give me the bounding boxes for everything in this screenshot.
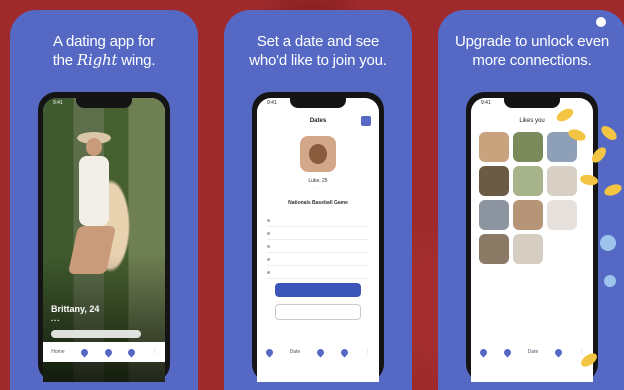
headline-line-2: more connections. [472,52,592,69]
tab-pin-icon[interactable] [502,347,513,357]
panel-set-date: Set a date and see who'd like to join yo… [224,10,412,390]
status-time: 9:41 [481,100,491,106]
secondary-button[interactable] [275,304,361,320]
phone-screen: 9:41 Brittany, 24 ▪ ▪ ▪ Home ⋮ [43,98,165,382]
phone-mockup: 9:41 Dates Luke, 25 · · · Nationals Base… [252,92,384,382]
like-tile[interactable] [547,200,577,230]
like-tile[interactable] [479,166,509,196]
headline-line-2-post: wing. [117,52,156,69]
like-tile[interactable] [479,234,509,264]
decorative-flower [600,235,616,251]
list-item [267,266,369,279]
phone-notch [76,98,132,108]
phone-mockup: 9:41 Brittany, 24 ▪ ▪ ▪ Home ⋮ [38,92,170,382]
phone-screen: 9:41 Dates Luke, 25 · · · Nationals Base… [257,98,379,382]
decorative-flower [604,275,616,287]
like-tile[interactable] [479,200,509,230]
like-tile[interactable] [513,200,543,230]
face-shape [86,138,102,156]
headline-line-1: A dating app for [53,33,155,50]
panel-headline: Upgrade to unlock even more connections. [438,32,624,70]
avatar[interactable] [300,136,336,172]
date-venue: Nationals Baseball Game [288,200,348,206]
list-item [267,227,369,240]
tab-more-icon[interactable]: ⋮ [152,349,157,355]
legs-shape [67,226,117,274]
list-item [267,240,369,253]
like-tile[interactable] [513,132,543,162]
tab-pin-icon[interactable] [315,347,326,357]
tab-date[interactable]: Date [528,349,539,355]
decorative-dot [596,17,606,27]
tab-bar: Home ⋮ [43,342,165,362]
tab-pin-icon[interactable] [264,347,274,357]
like-tile[interactable] [547,166,577,196]
tab-pin-icon[interactable] [126,347,137,357]
profile-action-bar[interactable] [51,330,141,338]
person-subtitle: · · · [314,186,322,191]
list-item [267,214,369,227]
headline-script-word: Right [76,51,118,69]
panel-upgrade: Upgrade to unlock even more connections.… [438,10,624,390]
phone-notch [290,98,346,108]
list-item [267,253,369,266]
tab-pin-icon[interactable] [478,347,488,357]
panel-headline: Set a date and see who'd like to join yo… [224,32,412,70]
panel-headline: A dating app for the Right wing. [10,32,198,70]
tab-more-icon[interactable]: ⋮ [365,349,370,355]
phone-screen: 9:41 Likes you Date ⋮ [471,98,593,382]
status-time: 9:41 [53,100,63,106]
panel-right-wing: A dating app for the Right wing. 9:41 Br… [10,10,198,390]
profile-photo[interactable] [43,98,165,382]
tab-pin-icon[interactable] [79,347,90,357]
likes-grid [479,132,577,264]
status-time: 9:41 [267,100,277,106]
person-name: Luke, 25 [308,178,328,184]
primary-button[interactable] [275,283,361,297]
headline-line-2-pre: the [52,52,77,69]
tab-pin-icon[interactable] [339,347,350,357]
edit-icon[interactable] [361,116,371,126]
profile-meta-icons: ▪ ▪ ▪ [51,318,60,324]
page-title: Likes you [519,118,545,124]
phone-notch [504,98,560,108]
headline-line-1: Set a date and see [256,33,380,50]
tab-more-icon[interactable]: ⋮ [579,349,584,355]
like-tile[interactable] [479,132,509,162]
profile-name: Brittany, 24 [51,304,100,314]
headline-line-2: who'd like to join you. [249,52,387,69]
tab-bar: Date ⋮ [471,342,593,362]
tab-pin-icon[interactable] [103,347,114,357]
date-details-list [267,214,369,279]
headline-line-1: Upgrade to unlock even [454,33,610,50]
like-tile[interactable] [513,166,543,196]
tab-date[interactable]: Date [290,349,301,355]
tab-bar: Date ⋮ [257,342,379,362]
dress-shape [79,156,109,226]
tab-home[interactable]: Home [51,349,64,355]
tab-pin-icon[interactable] [553,347,564,357]
like-tile[interactable] [513,234,543,264]
